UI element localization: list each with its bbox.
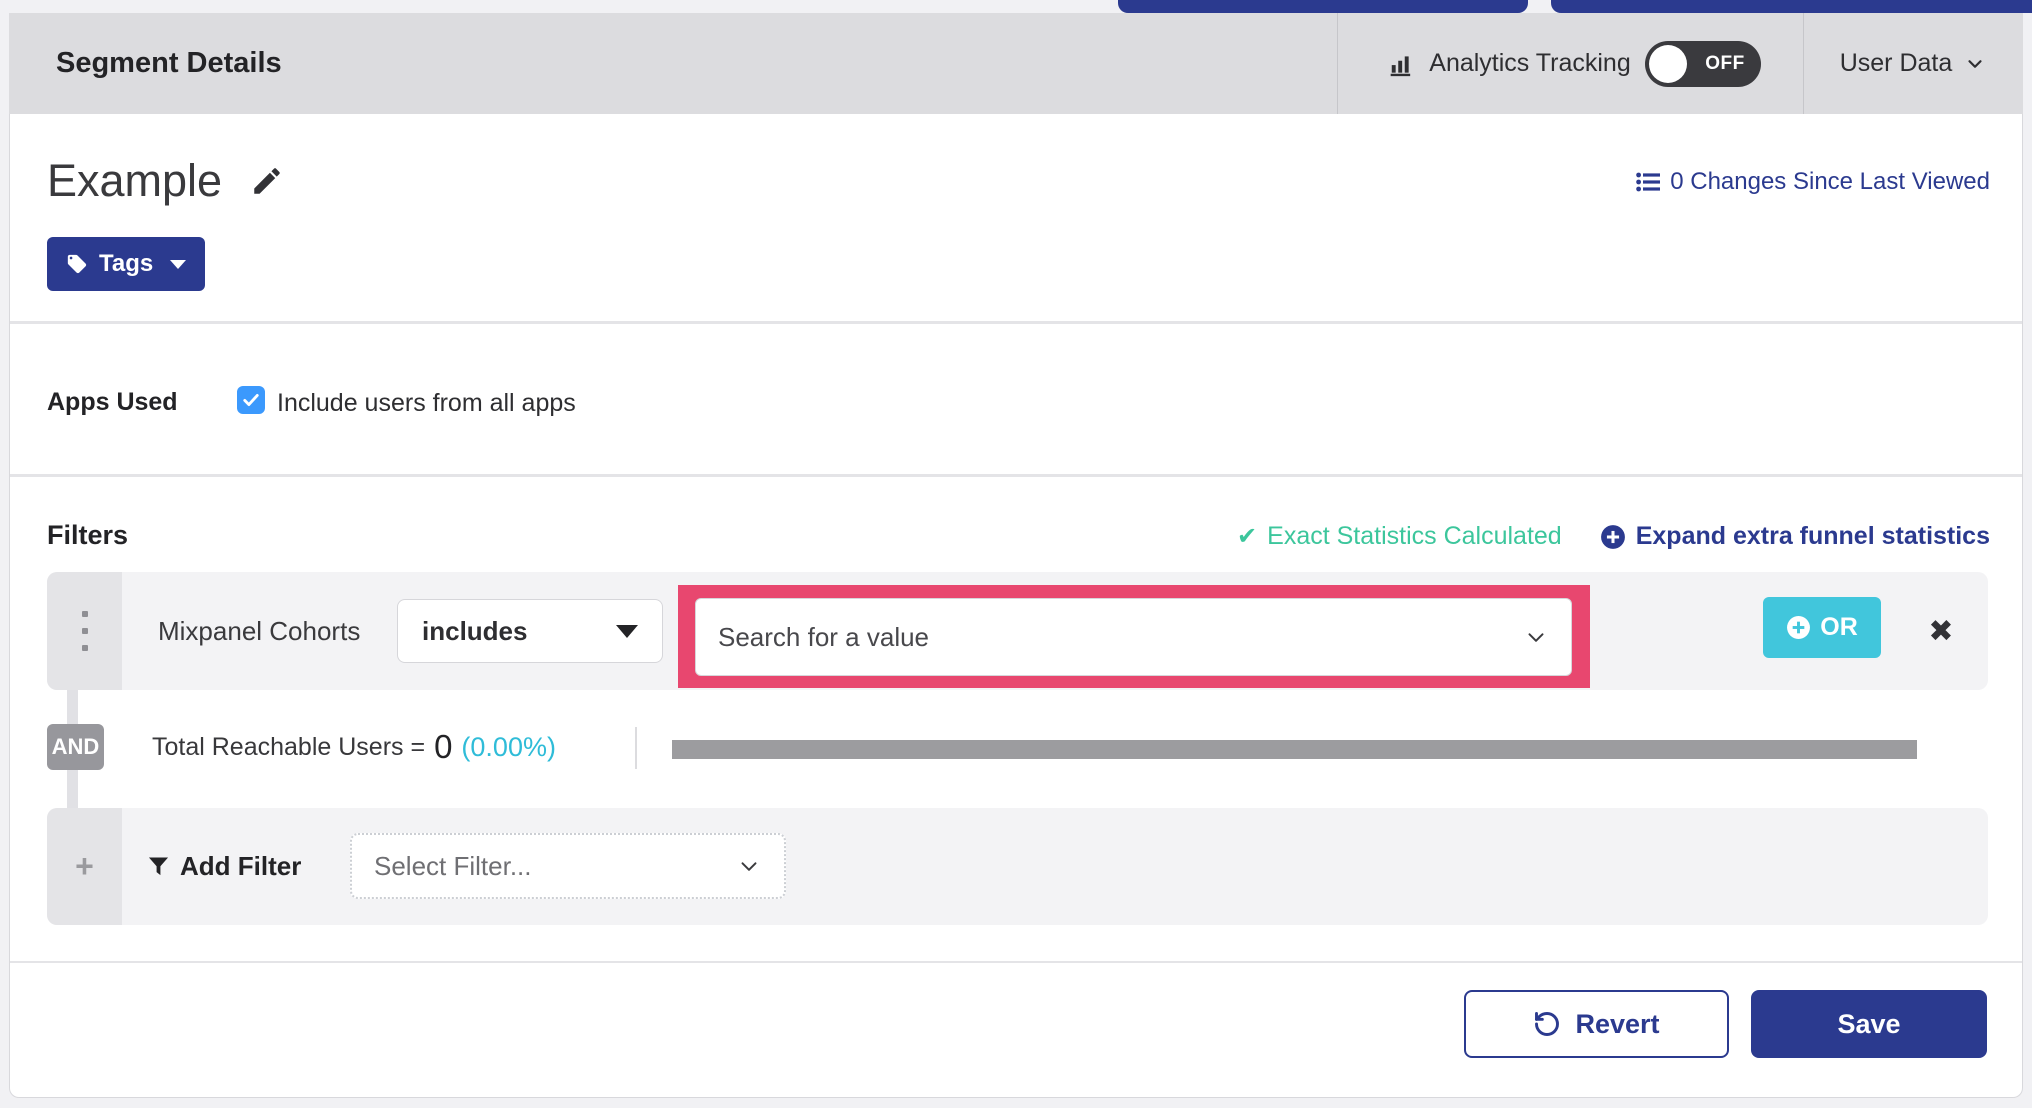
total-reachable-value: 0 (434, 728, 453, 765)
changes-list-icon (1636, 171, 1661, 193)
tags-button[interactable]: Tags (47, 237, 206, 291)
filter-name-label: Mixpanel Cohorts (158, 615, 361, 646)
toggle-knob (1648, 44, 1687, 83)
add-filter-row: + Add Filter Select Filter... (47, 808, 1988, 925)
filters-heading: Filters (47, 520, 129, 550)
segment-details-page: Segment Details Analytics Tracking OFF U… (0, 0, 2032, 1108)
segment-name: Example (47, 155, 223, 206)
expand-funnel-statistics-link[interactable]: Expand extra funnel statistics (1600, 522, 1990, 551)
highlight-annotation-box: Search for a value (678, 585, 1590, 688)
card-header: Segment Details Analytics Tracking OFF U… (9, 13, 2023, 114)
drag-dot (81, 628, 88, 634)
expand-funnel-statistics-label: Expand extra funnel statistics (1635, 522, 1990, 550)
chevron-down-icon (736, 853, 762, 879)
filter-value-select[interactable]: Search for a value (695, 598, 1572, 676)
chevron-down-icon (1964, 53, 1986, 75)
toggle-state-label: OFF (1705, 52, 1745, 74)
circle-plus-icon (1786, 615, 1811, 640)
changes-link-label: 0 Changes Since Last Viewed (1670, 168, 1990, 195)
segment-name-row: Example (47, 155, 284, 207)
user-data-label: User Data (1839, 49, 1953, 77)
filter-value-placeholder: Search for a value (718, 621, 930, 652)
exact-statistics-label: Exact Statistics Calculated (1267, 522, 1562, 550)
add-filter-label-group: Add Filter (148, 808, 301, 925)
select-filter-dropdown[interactable]: Select Filter... (350, 833, 786, 899)
include-all-apps-label: Include users from all apps (277, 389, 576, 417)
totals-divider (635, 727, 637, 769)
page-title: Segment Details (56, 47, 282, 79)
section-divider (10, 474, 2022, 477)
exact-statistics-status: ✔ Exact Statistics Calculated (1237, 522, 1562, 551)
checkmark-icon (243, 394, 259, 406)
section-divider (10, 321, 2022, 324)
caret-down-icon (170, 259, 187, 269)
tag-icon (66, 253, 88, 275)
user-data-dropdown[interactable]: User Data (1803, 13, 2023, 114)
edit-pencil-icon[interactable] (250, 164, 284, 198)
filter-operator-select[interactable]: includes (397, 599, 663, 663)
drag-dot (81, 645, 88, 651)
circle-plus-icon (1600, 524, 1626, 550)
total-reachable-users-line: Total Reachable Users = 0 (0.00%) (152, 722, 556, 772)
add-filter-label: Add Filter (180, 851, 302, 881)
total-reachable-percent: (0.00%) (461, 731, 556, 762)
top-clipped-button-left[interactable] (1118, 0, 1528, 13)
remove-filter-button[interactable]: ✖ (1911, 572, 1971, 690)
undo-icon (1533, 1010, 1561, 1038)
tags-button-label: Tags (99, 250, 154, 277)
save-button-label: Save (1837, 1008, 1901, 1039)
funnel-icon (148, 856, 169, 878)
plus-icon: + (75, 848, 94, 884)
add-filter-plus-cell[interactable]: + (47, 808, 122, 925)
include-all-apps-checkbox[interactable] (237, 386, 265, 414)
footer-divider (10, 961, 2022, 963)
analytics-tracking-toggle[interactable]: OFF (1644, 40, 1761, 87)
triangle-down-icon (616, 624, 638, 638)
drag-handle[interactable] (47, 572, 122, 690)
save-button[interactable]: Save (1751, 990, 1987, 1058)
and-badge: AND (47, 724, 104, 770)
analytics-tracking-label: Analytics Tracking (1429, 49, 1631, 77)
check-icon: ✔ (1237, 523, 1258, 550)
filter-operator-value: includes (422, 615, 528, 646)
filter-row: Mixpanel Cohorts includes Search for a v… (47, 572, 1988, 690)
total-reachable-label: Total Reachable Users = (152, 732, 426, 761)
close-x-icon: ✖ (1928, 614, 1954, 648)
analytics-tracking-group: Analytics Tracking OFF (1337, 13, 1812, 114)
revert-button[interactable]: Revert (1464, 990, 1729, 1058)
revert-button-label: Revert (1575, 1008, 1660, 1039)
chevron-down-icon (1523, 624, 1549, 650)
drag-dot (81, 611, 88, 617)
select-filter-placeholder: Select Filter... (374, 850, 532, 881)
add-or-condition-button[interactable]: OR (1763, 597, 1881, 658)
reachable-users-bar (672, 740, 1917, 759)
or-button-label: OR (1820, 613, 1858, 641)
filters-status-row: ✔ Exact Statistics Calculated Expand ext… (1237, 522, 1990, 551)
top-clipped-button-right[interactable] (1551, 0, 2032, 13)
changes-since-last-viewed-link[interactable]: 0 Changes Since Last Viewed (1636, 168, 1990, 196)
apps-used-label: Apps Used (47, 388, 178, 416)
analytics-chart-icon (1388, 51, 1415, 77)
